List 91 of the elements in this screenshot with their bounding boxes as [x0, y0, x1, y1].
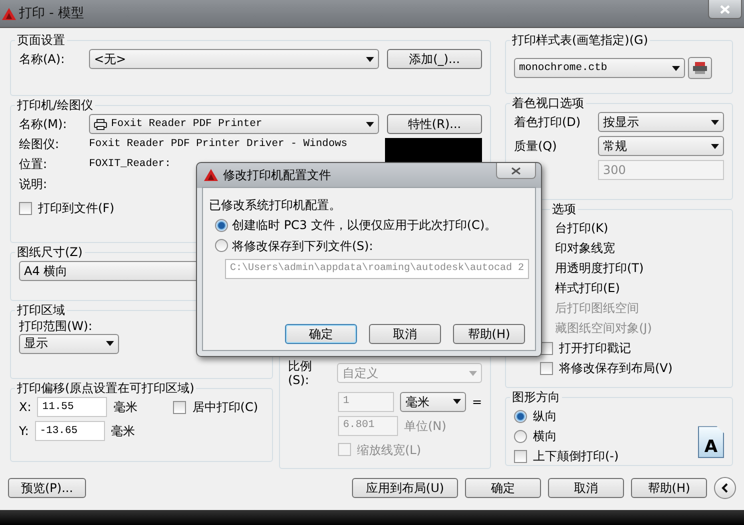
- group-title: 打印区域: [16, 304, 66, 318]
- cancel-button[interactable]: 取消: [548, 478, 624, 498]
- close-icon: [720, 4, 730, 14]
- group-title: 打印机/绘图仪: [16, 99, 94, 112]
- group-title: 页面设置: [16, 34, 66, 48]
- dropdown-field[interactable]: monochrome.ctb: [514, 58, 685, 78]
- field-label: 比例(S):: [288, 359, 313, 388]
- radio-label: 纵向: [533, 408, 557, 424]
- field-label: 名称(M):: [19, 116, 68, 132]
- dropdown-field[interactable]: 常规: [598, 136, 724, 156]
- checkbox[interactable]: [540, 362, 553, 375]
- chevron-left-icon: [721, 483, 729, 493]
- equals-sign: =: [472, 394, 482, 409]
- group-title: 图形方向: [511, 391, 561, 404]
- radio-button[interactable]: [514, 410, 527, 423]
- printer-icon: [692, 61, 708, 76]
- caret-icon: [366, 122, 374, 127]
- app-logo-icon: [204, 169, 218, 181]
- radio-label: 横向: [533, 428, 557, 444]
- ok-button[interactable]: 确定: [285, 324, 357, 344]
- checkbox-label: 打印到文件(F): [38, 200, 114, 216]
- dropdown-field[interactable]: 按显示: [598, 112, 724, 132]
- checkbox-label: 藏图纸空间对象(J): [555, 320, 652, 336]
- unit-label: 毫米: [113, 400, 138, 414]
- field-label: 质量(Q): [514, 138, 557, 154]
- input-field[interactable]: -13.65: [34, 421, 105, 442]
- caret-icon: [711, 144, 719, 149]
- checkbox-label: 印对象线宽: [555, 240, 615, 256]
- checkbox-label: 用透明度打印(T): [555, 260, 644, 276]
- window-title: 打印 - 模型: [19, 6, 84, 22]
- caret-icon: [366, 56, 374, 62]
- radio-button[interactable]: [514, 430, 527, 443]
- caret-icon: [452, 399, 461, 404]
- close-icon: [511, 166, 521, 174]
- properties-button[interactable]: 特性(R)...: [387, 114, 482, 134]
- checkbox-label: 居中打印(C): [192, 400, 258, 414]
- input-field[interactable]: 11.55: [37, 397, 108, 418]
- radio-label: 将修改保存到下列文件(S):: [232, 238, 374, 254]
- group-title: 打印偏移(原点设置在可打印区域): [16, 382, 196, 396]
- checkbox[interactable]: [173, 400, 186, 414]
- add-button[interactable]: 添加(_)...: [387, 49, 482, 70]
- field-label: 绘图仪:: [19, 136, 60, 152]
- group-title: 打印样式表(画笔指定)(G): [511, 34, 650, 48]
- dialog-message: 已修改系统打印机配置。: [209, 198, 342, 212]
- unit-label: 单位(N): [404, 418, 446, 433]
- radio-button[interactable]: [215, 239, 228, 252]
- dialog-title: 修改打印机配置文件: [223, 168, 331, 182]
- cancel-button[interactable]: 取消: [369, 324, 441, 344]
- dropdown-field[interactable]: <无>: [89, 49, 379, 70]
- field-label: Y:: [19, 424, 29, 438]
- caret-icon: [711, 120, 719, 125]
- unit-label: 毫米: [110, 424, 135, 438]
- group-title: 图纸尺寸(Z): [16, 246, 84, 260]
- group-title: 选项: [551, 203, 577, 216]
- close-button[interactable]: [496, 163, 536, 179]
- close-button[interactable]: [708, 0, 742, 19]
- plot-style-editor-button[interactable]: [688, 57, 712, 80]
- field-label: 位置:: [19, 156, 48, 172]
- page-orientation-icon: A: [698, 426, 724, 458]
- radio-label: 创建临时 PC3 文件，以便仅应用于此次打印(C)。: [232, 218, 497, 233]
- preview-button[interactable]: 预览(P)...: [8, 478, 86, 498]
- field-label: 说明:: [19, 176, 48, 192]
- radio-button[interactable]: [215, 219, 228, 232]
- caret-icon: [106, 341, 114, 346]
- checkbox-label: 台打印(K): [555, 220, 608, 236]
- apply-to-layout-button[interactable]: 应用到布局(U): [352, 478, 458, 498]
- field-value: FOXIT_Reader:: [89, 158, 171, 170]
- dropdown-field[interactable]: Foxit Reader PDF Printer: [89, 114, 379, 134]
- checkbox-label: 后打印图纸空间: [555, 300, 639, 316]
- caret-icon: [672, 66, 680, 71]
- group-title: 着色视口选项: [511, 97, 585, 110]
- caret-icon: [469, 370, 477, 376]
- checkbox-label: 打开打印戳记: [559, 340, 631, 356]
- checkbox-label: 将修改保存到布局(V): [559, 360, 673, 376]
- field-label: 名称(A):: [19, 52, 66, 66]
- checkbox[interactable]: [19, 202, 32, 215]
- app-logo-icon: [2, 8, 16, 20]
- ok-button[interactable]: 确定: [465, 478, 541, 498]
- collapse-button[interactable]: [714, 477, 736, 499]
- checkbox-label: 缩放线宽(L): [357, 442, 422, 457]
- checkbox[interactable]: [514, 450, 527, 463]
- field-label: X:: [19, 400, 32, 414]
- field-label: 打印范围(W):: [19, 319, 94, 334]
- field-value: Foxit Reader PDF Printer Driver - Windows: [89, 138, 348, 150]
- field-label: 着色打印(D): [514, 114, 581, 130]
- checkbox-label: 上下颠倒打印(-): [533, 448, 619, 464]
- checkbox-label: 样式打印(E): [555, 280, 620, 296]
- printer-icon: [94, 118, 107, 130]
- help-button[interactable]: 帮助(H): [631, 478, 707, 498]
- dropdown-field[interactable]: 显示: [19, 334, 119, 354]
- help-button[interactable]: 帮助(H): [453, 324, 525, 344]
